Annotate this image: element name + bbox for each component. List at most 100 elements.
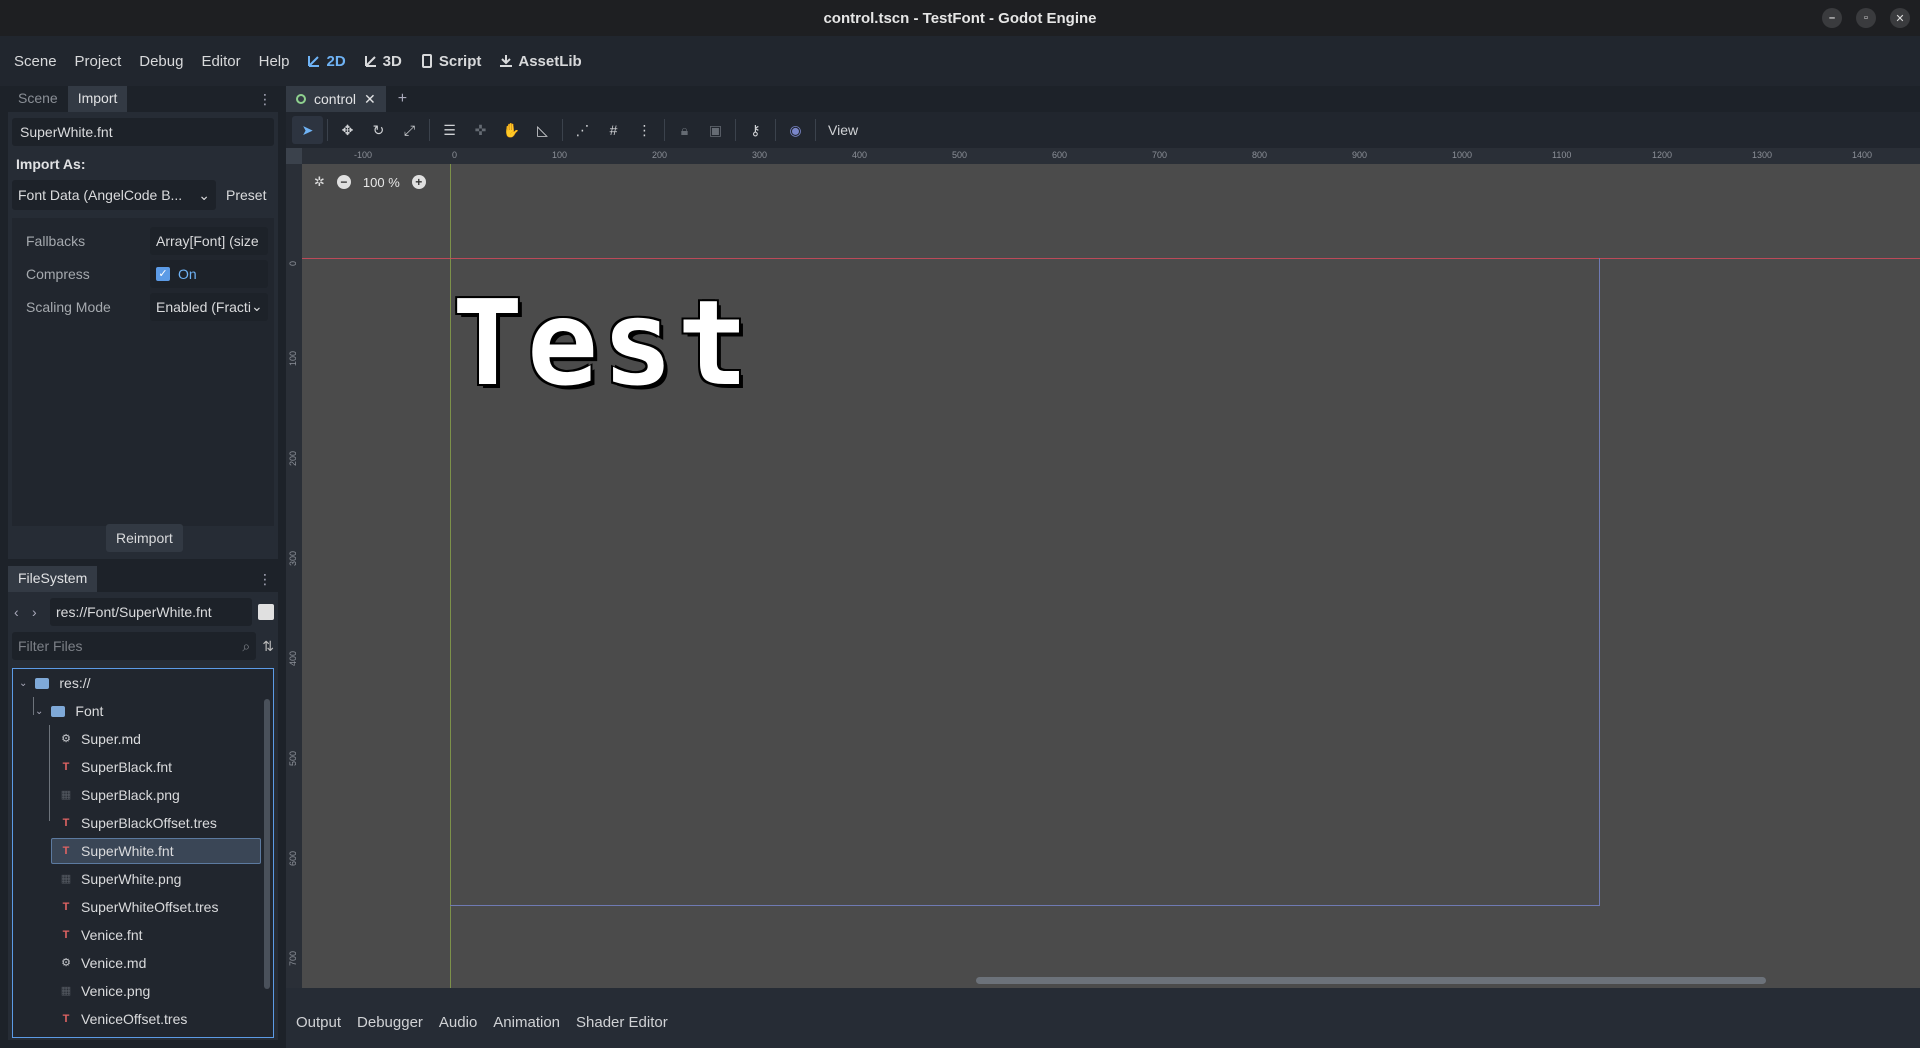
import-dock: Scene Import ⋮ SuperWhite.fnt Import As:…	[8, 86, 278, 559]
tree-root[interactable]: ⌄ res://	[13, 669, 273, 697]
pivot-tool-icon[interactable]: ✜	[465, 116, 496, 144]
tree-scrollbar[interactable]	[264, 699, 270, 989]
scene-tab-control[interactable]: control ✕	[286, 86, 386, 112]
forward-arrow-icon[interactable]: ›	[32, 604, 44, 620]
prop-name: Compress	[26, 265, 90, 282]
canvas-label-text[interactable]: Test	[452, 284, 752, 402]
zoom-in-icon[interactable]: +	[411, 175, 426, 189]
mode-assetlib-label: AssetLib	[518, 52, 582, 70]
tree-file[interactable]: T Venice.fnt	[13, 921, 273, 949]
list-select-icon[interactable]: ☰	[434, 116, 465, 144]
zoom-level[interactable]: 100 %	[363, 175, 400, 190]
prop-scaling-mode: Scaling Mode Enabled (Fracti ⌄	[12, 290, 274, 323]
filter-files-input[interactable]: Filter Files ⌕	[12, 632, 257, 660]
tree-file[interactable]: ⚙ Venice.md	[13, 949, 273, 977]
tab-filesystem[interactable]: FileSystem	[8, 566, 98, 592]
grid-snap-icon[interactable]: #	[598, 116, 629, 144]
tree-file-selected[interactable]: T SuperWhite.fnt	[13, 837, 273, 865]
tree-item-label: res://	[59, 675, 91, 691]
canvas-h-scrollbar[interactable]	[976, 977, 1766, 984]
mode-3d-label: 3D	[382, 52, 402, 70]
mode-2d-button[interactable]: 2D	[307, 53, 346, 70]
mode-3d-button[interactable]: 3D	[364, 53, 402, 70]
close-icon[interactable]: ✕	[364, 91, 376, 108]
pan-tool-icon[interactable]: ✋	[496, 116, 527, 144]
view-mode-icon[interactable]	[258, 604, 274, 620]
ruler-corner	[286, 148, 302, 164]
tab-shader-editor[interactable]: Shader Editor	[576, 1014, 668, 1031]
zoom-out-icon[interactable]: −	[336, 175, 351, 189]
search-icon: ⌕	[242, 638, 251, 654]
canvas-viewport[interactable]: -100 0 100 200 300 400 500 600 700 800 9…	[286, 148, 1920, 988]
tree-file[interactable]: ▦ Venice.png	[13, 977, 273, 1005]
tab-audio[interactable]: Audio	[439, 1014, 477, 1031]
menu-help[interactable]: Help	[259, 53, 290, 70]
tree-file[interactable]: ⚙ Super.md	[13, 725, 273, 753]
tree-file[interactable]: T SuperBlackOffset.tres	[13, 809, 273, 837]
back-arrow-icon[interactable]: ‹	[14, 604, 26, 620]
ruler-label: 600	[1052, 150, 1068, 160]
ruler-tool-icon[interactable]: ◺	[527, 116, 558, 144]
tree-item-label: SuperWhiteOffset.tres	[81, 899, 219, 915]
sort-icon[interactable]: ⇅	[262, 638, 274, 655]
tab-output[interactable]: Output	[296, 1014, 341, 1031]
add-scene-icon[interactable]: +	[398, 90, 407, 108]
menu-scene[interactable]: Scene	[14, 53, 57, 70]
chevron-down-icon: ⌄	[198, 186, 210, 203]
camera-override-icon[interactable]: ◉	[780, 116, 811, 144]
dock-menu-icon[interactable]: ⋮	[258, 91, 272, 108]
tree-item-label: SuperBlack.fnt	[81, 759, 173, 775]
prop-value: Array[Font] (size	[156, 232, 259, 249]
tree-file[interactable]: ▦ SuperBlack.png	[13, 781, 273, 809]
move-tool-icon[interactable]: ✥	[332, 116, 363, 144]
menu-editor[interactable]: Editor	[201, 53, 240, 70]
2d-icon	[308, 56, 320, 67]
fallbacks-field[interactable]: Array[Font] (size	[150, 226, 268, 255]
filter-placeholder: Filter Files	[18, 638, 83, 654]
scene-tab-label: control	[314, 91, 357, 107]
rotate-tool-icon[interactable]: ↻	[363, 116, 394, 144]
select-tool-icon[interactable]: ➤	[292, 116, 323, 144]
menu-project[interactable]: Project	[75, 53, 122, 70]
compress-checkbox[interactable]: ✓ On	[150, 259, 268, 288]
window-controls: – ▫ ✕	[1822, 8, 1910, 28]
prop-value: On	[178, 265, 197, 282]
maximize-button[interactable]: ▫	[1856, 8, 1876, 28]
mode-script-button[interactable]: Script	[420, 53, 481, 70]
ruler-label: 1300	[1752, 150, 1773, 160]
lock-icon[interactable]: 🔒︎	[669, 116, 700, 144]
tab-scene[interactable]: Scene	[8, 86, 68, 112]
close-window-button[interactable]: ✕	[1890, 8, 1910, 28]
tree-file[interactable]: ▦ SuperWhite.png	[13, 865, 273, 893]
more-options-icon[interactable]: ⋮	[629, 116, 660, 144]
menu-debug[interactable]: Debug	[139, 53, 183, 70]
main-editor: control ✕ + ➤ ✥ ↻ ⤢ ☰ ✜ ✋ ◺ ⋰ # ⋮ 🔒︎ ▣ ⚷…	[286, 86, 1920, 1048]
chevron-down-icon: ⌄	[250, 298, 263, 314]
tab-animation[interactable]: Animation	[493, 1014, 560, 1031]
view-menu[interactable]: View	[820, 122, 866, 138]
tree-file[interactable]: T VeniceOffset.tres	[13, 1005, 273, 1033]
import-as-select[interactable]: Font Data (AngelCode B... ⌄	[12, 180, 216, 210]
font-file-icon: T	[62, 929, 70, 941]
bone-tool-icon[interactable]: ⚷	[740, 116, 771, 144]
dock-menu-icon[interactable]: ⋮	[258, 571, 272, 588]
preset-button[interactable]: Preset	[222, 187, 270, 203]
center-view-icon[interactable]: ✲	[314, 174, 325, 190]
filesystem-path[interactable]: res://Font/SuperWhite.fnt	[50, 598, 252, 626]
scale-tool-icon[interactable]: ⤢	[394, 116, 425, 144]
tree-file[interactable]: T SuperWhiteOffset.tres	[13, 893, 273, 921]
tab-import[interactable]: Import	[67, 86, 128, 112]
tree-item-label: SuperBlack.png	[81, 787, 180, 803]
group-icon[interactable]: ▣	[700, 116, 731, 144]
tab-debugger[interactable]: Debugger	[357, 1014, 423, 1031]
mode-assetlib-button[interactable]: AssetLib	[499, 52, 582, 70]
smart-snap-icon[interactable]: ⋰	[567, 116, 598, 144]
minimize-button[interactable]: –	[1822, 8, 1842, 28]
ruler-label: 1400	[1852, 150, 1873, 160]
markdown-file-icon: ⚙	[61, 733, 71, 745]
tree-file[interactable]: T SuperBlack.fnt	[13, 753, 273, 781]
scaling-mode-select[interactable]: Enabled (Fracti ⌄	[150, 292, 268, 321]
ruler-label: 800	[1252, 150, 1268, 160]
reimport-button[interactable]: Reimport	[106, 524, 183, 552]
tree-folder-font[interactable]: ⌄ Font	[13, 697, 273, 725]
